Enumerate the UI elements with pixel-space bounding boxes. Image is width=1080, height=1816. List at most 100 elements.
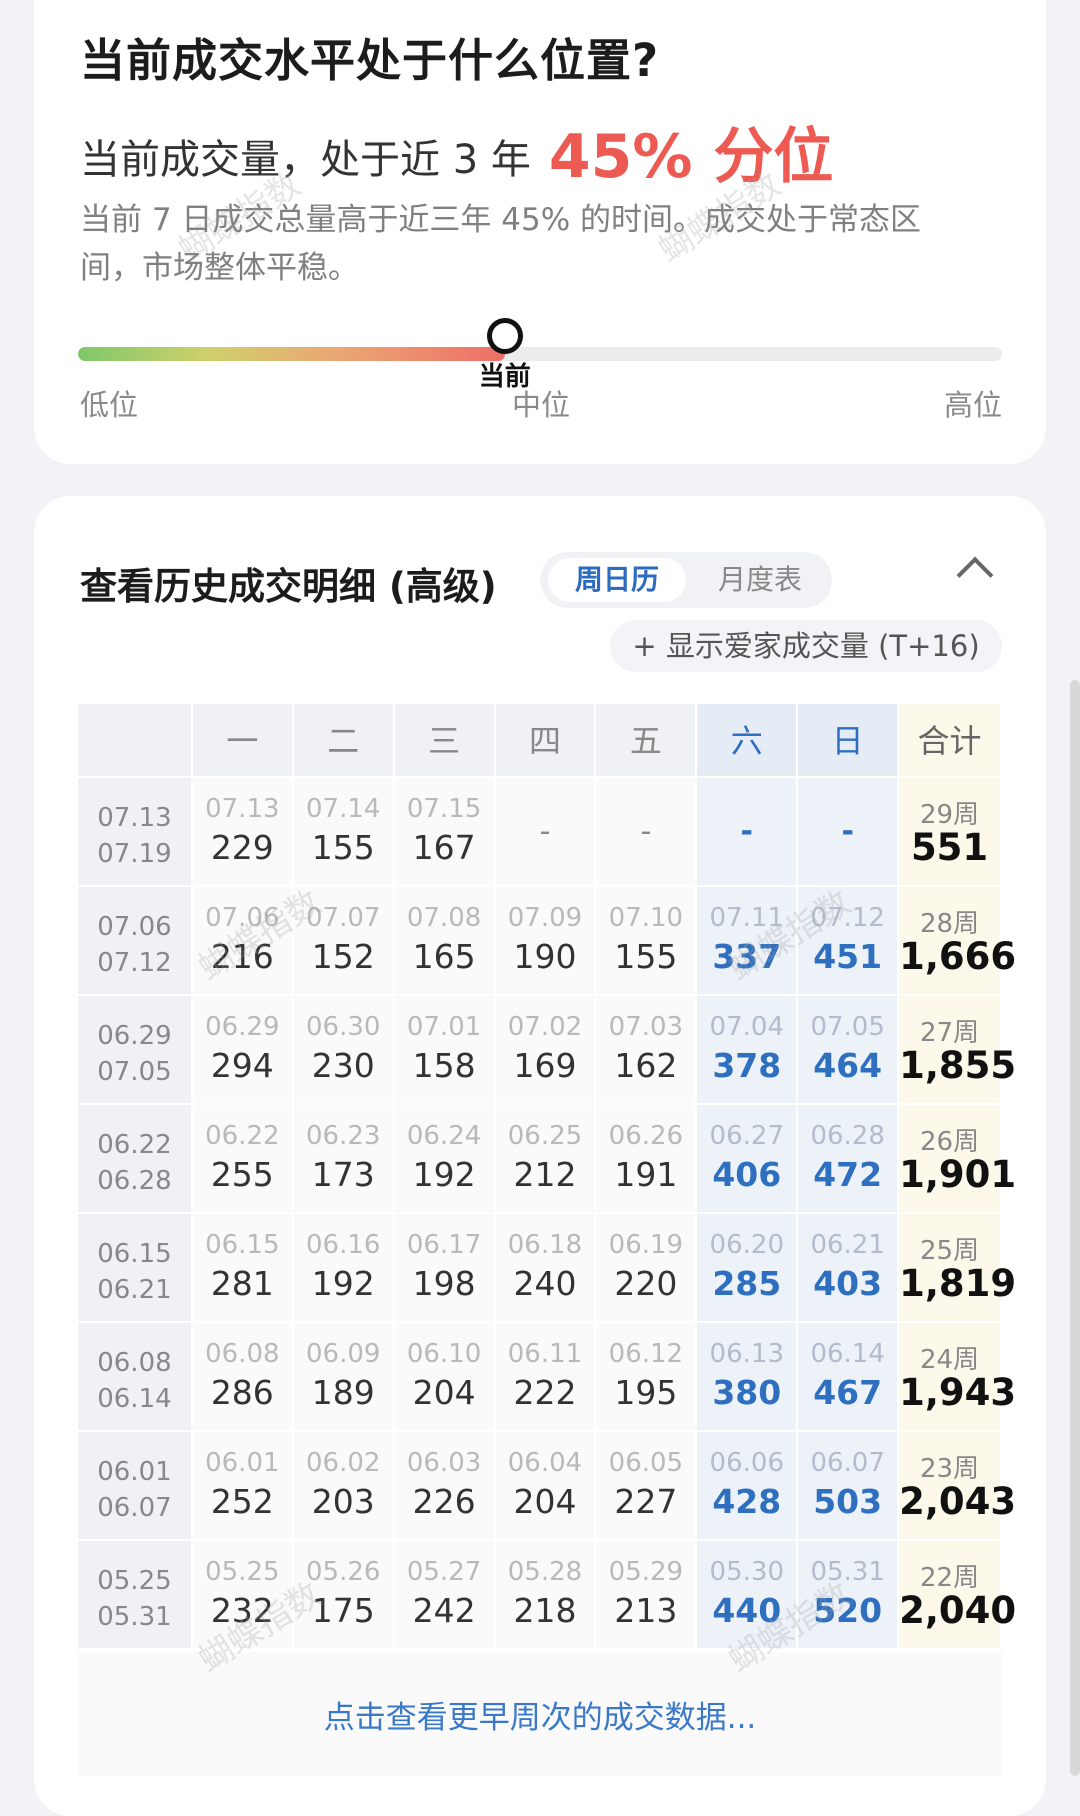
day-cell[interactable]: 06.01 252	[192, 1432, 294, 1541]
week-range: 07.06 07.12	[78, 909, 191, 981]
week-total-cell[interactable]: 22周 2,040	[899, 1541, 1016, 1650]
day-cell[interactable]: 06.05 227	[596, 1432, 698, 1541]
day-cell[interactable]: 05.25 232	[192, 1541, 294, 1650]
day-cell[interactable]: 05.28 218	[495, 1541, 597, 1650]
day-cell[interactable]: 06.25 212	[495, 1105, 597, 1214]
day-volume: 229	[210, 828, 274, 867]
day-cell[interactable]: 06.10 204	[394, 1323, 496, 1432]
day-cell[interactable]: 05.29 213	[596, 1541, 698, 1650]
day-volume: 467	[813, 1373, 883, 1412]
day-cell[interactable]: 05.31 520	[798, 1541, 900, 1650]
day-cell[interactable]: 07.08 165	[394, 887, 496, 996]
day-cell[interactable]: 06.11 222	[495, 1323, 597, 1432]
tab-weekly-calendar[interactable]: 周日历	[548, 558, 686, 602]
day-cell[interactable]: 07.12 451	[798, 887, 900, 996]
day-date: 07.11	[709, 903, 784, 933]
day-cell[interactable]: 06.22 255	[192, 1105, 294, 1214]
more-weeks-link-area: 点击查看更早周次的成交数据...	[78, 1652, 1002, 1776]
week-range: 05.25 05.31	[78, 1563, 191, 1635]
day-cell[interactable]: 06.29 294	[192, 996, 294, 1105]
day-cell[interactable]: 06.07 503	[798, 1432, 900, 1541]
day-cell[interactable]: 06.06 428	[697, 1432, 799, 1541]
week-range: 07.13 07.19	[78, 800, 191, 872]
day-cell[interactable]: 06.13 380	[697, 1323, 799, 1432]
day-date: 06.22	[205, 1121, 280, 1151]
day-cell[interactable]: -	[697, 778, 799, 887]
day-date: 06.24	[406, 1121, 482, 1151]
day-cell[interactable]: 06.24 192	[394, 1105, 496, 1214]
day-date: 06.02	[305, 1448, 381, 1478]
day-volume: 216	[210, 937, 274, 976]
day-cell[interactable]: 06.04 204	[495, 1432, 597, 1541]
day-cell[interactable]: 07.10 155	[596, 887, 698, 996]
day-cell[interactable]: -	[798, 778, 900, 887]
day-cell[interactable]: 05.30 440	[697, 1541, 799, 1650]
week-range-cell: 07.13 07.19	[78, 778, 193, 887]
day-cell[interactable]: 06.17 198	[394, 1214, 496, 1323]
day-cell[interactable]: 07.15 167	[394, 778, 496, 887]
week-total-cell[interactable]: 26周 1,901	[899, 1105, 1016, 1214]
day-cell[interactable]: 07.02 169	[495, 996, 597, 1105]
week-total-cell[interactable]: 25周 1,819	[899, 1214, 1016, 1323]
day-cell[interactable]: 07.13 229	[192, 778, 294, 887]
day-volume: 198	[412, 1264, 476, 1303]
day-volume: 167	[412, 828, 476, 867]
day-date: 06.08	[205, 1339, 280, 1369]
day-volume: 204	[412, 1373, 476, 1412]
day-cell[interactable]: 06.14 467	[798, 1323, 900, 1432]
day-cell[interactable]: 06.20 285	[697, 1214, 799, 1323]
week-total-cell[interactable]: 27周 1,855	[899, 996, 1016, 1105]
day-cell[interactable]: 07.05 464	[798, 996, 900, 1105]
day-cell[interactable]: 06.12 195	[596, 1323, 698, 1432]
week-range-cell: 07.06 07.12	[78, 887, 193, 996]
day-cell[interactable]: 07.06 216	[192, 887, 294, 996]
scrollbar[interactable]	[1070, 680, 1080, 1776]
week-range-cell: 05.25 05.31	[78, 1541, 193, 1650]
day-cell[interactable]: 06.28 472	[798, 1105, 900, 1214]
day-volume: 378	[712, 1046, 782, 1085]
weekly-calendar-table: 一二三四五六日合计 07.13 07.19 07.13 229 07.14 155 07.1…	[78, 704, 1016, 1650]
day-cell[interactable]: -	[596, 778, 698, 887]
day-cell[interactable]: 06.15 281	[192, 1214, 294, 1323]
week-range: 06.22 06.28	[78, 1127, 191, 1199]
day-cell[interactable]: -	[495, 778, 597, 887]
more-weeks-link[interactable]: 点击查看更早周次的成交数据...	[78, 1692, 1002, 1737]
day-cell[interactable]: 06.30 230	[293, 996, 395, 1105]
day-cell[interactable]: 07.01 158	[394, 996, 496, 1105]
day-date: 06.06	[709, 1448, 784, 1478]
history-title: 查看历史成交明细 (高级)	[80, 565, 497, 608]
day-cell[interactable]: 06.21 403	[798, 1214, 900, 1323]
show-aijia-volume-button[interactable]: + 显示爱家成交量 (T+16)	[610, 620, 1002, 672]
day-cell[interactable]: 06.19 220	[596, 1214, 698, 1323]
day-cell[interactable]: 06.27 406	[697, 1105, 799, 1214]
day-cell[interactable]: 07.09 190	[495, 887, 597, 996]
day-cell[interactable]: 06.03 226	[394, 1432, 496, 1541]
week-total-cell[interactable]: 29周 551	[899, 778, 1002, 887]
day-cell[interactable]: 07.04 378	[697, 996, 799, 1105]
day-date: 06.01	[205, 1448, 280, 1478]
week-total-cell[interactable]: 28周 1,666	[899, 887, 1016, 996]
day-cell[interactable]: 06.26 191	[596, 1105, 698, 1214]
day-date: 06.09	[305, 1339, 381, 1369]
day-cell[interactable]: 05.27 242	[394, 1541, 496, 1650]
tab-monthly-table[interactable]: 月度表	[696, 558, 824, 602]
day-cell[interactable]: 07.11 337	[697, 887, 799, 996]
day-cell[interactable]: 06.18 240	[495, 1214, 597, 1323]
day-cell[interactable]: 06.08 286	[192, 1323, 294, 1432]
day-cell[interactable]: 07.03 162	[596, 996, 698, 1105]
percentile-track	[78, 347, 1002, 361]
week-total-cell[interactable]: 23周 2,043	[899, 1432, 1016, 1541]
day-cell[interactable]: 06.16 192	[293, 1214, 395, 1323]
day-cell[interactable]: 06.23 173	[293, 1105, 395, 1214]
day-cell[interactable]: 07.14 155	[293, 778, 395, 887]
day-cell[interactable]: 05.26 175	[293, 1541, 395, 1650]
day-cell[interactable]: 07.07 152	[293, 887, 395, 996]
day-cell[interactable]: 06.02 203	[293, 1432, 395, 1541]
day-cell[interactable]: 06.09 189	[293, 1323, 395, 1432]
day-date: 05.31	[810, 1557, 885, 1587]
day-volume: 218	[513, 1591, 577, 1630]
day-date: 07.03	[608, 1012, 684, 1042]
week-total-cell[interactable]: 24周 1,943	[899, 1323, 1016, 1432]
header-corner	[78, 704, 193, 778]
week-range: 06.15 06.21	[78, 1236, 191, 1308]
